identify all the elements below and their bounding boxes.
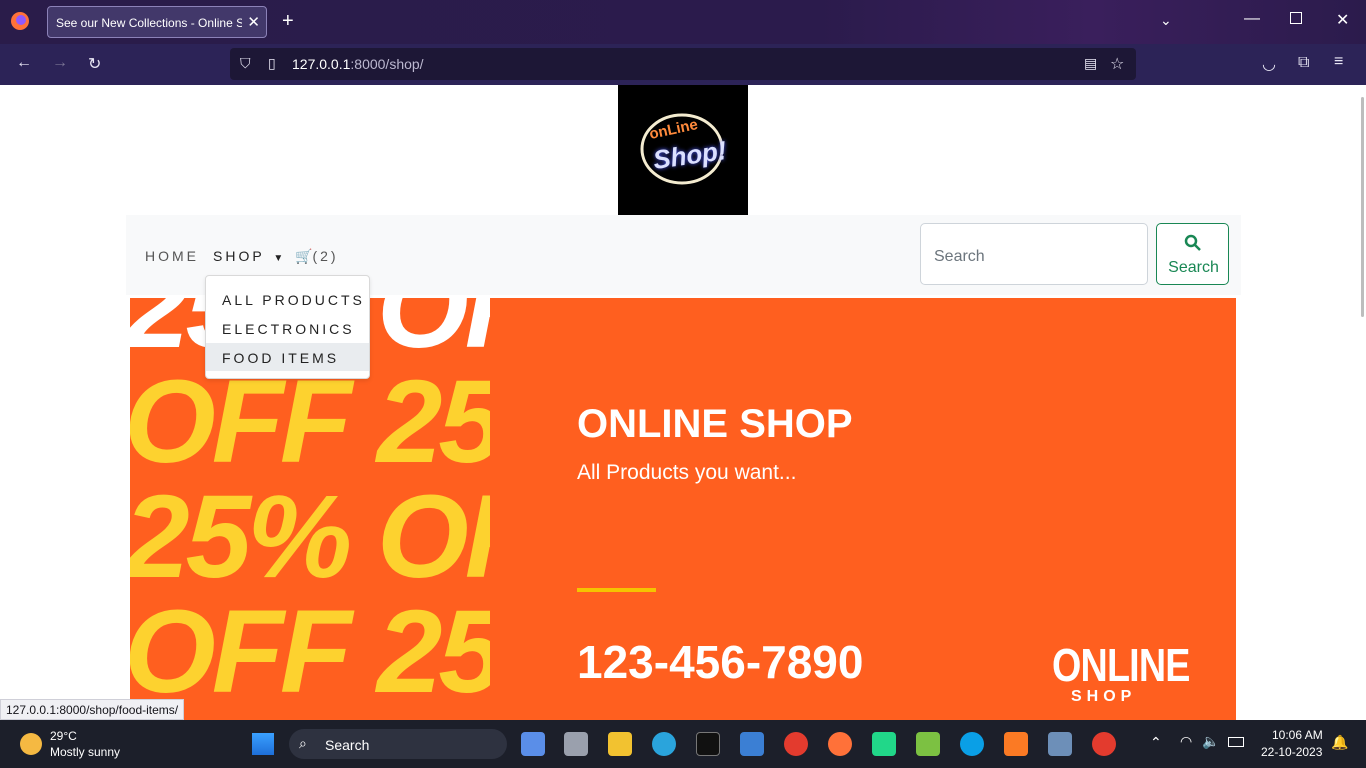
windows-start-icon[interactable] <box>252 733 274 755</box>
taskbar: 29°C Mostly sunny ⌕ Search ⌃ ◠ 🔈 10:06 A… <box>0 720 1366 768</box>
banner-title: ONLINE SHOP <box>577 402 853 446</box>
banner-phone: 123-456-7890 <box>577 636 864 688</box>
nav-shop-label: SHOP <box>213 248 265 264</box>
url-bar[interactable]: ⛉ ▯ 127.0.0.1:8000/shop/ ▤ ☆ <box>230 48 1136 80</box>
menu-hamburger-icon[interactable]: ≡ <box>1334 53 1343 71</box>
notification-bell-icon[interactable]: 🔔 <box>1331 734 1348 751</box>
shop-dropdown-menu: ALL PRODUCTS ELECTRONICS FOOD ITEMS <box>205 275 370 379</box>
page-icon: ▯ <box>268 55 276 71</box>
terminal-icon[interactable] <box>696 732 720 756</box>
xampp-icon[interactable] <box>1004 732 1028 756</box>
search-icon <box>1184 234 1202 257</box>
dropdown-item-label: ALL PRODUCTS <box>222 292 365 308</box>
url-host: 127.0.0.1 <box>292 56 351 72</box>
telegram-icon[interactable] <box>652 732 676 756</box>
dropdown-item-food-items[interactable]: FOOD ITEMS <box>206 343 369 371</box>
promo-line: 25% OFF <box>130 471 490 603</box>
banner-divider <box>577 588 656 592</box>
wifi-icon[interactable]: ◠ <box>1180 733 1192 750</box>
weather-desc[interactable]: Mostly sunny <box>50 745 120 759</box>
notepadplusplus-icon[interactable] <box>916 732 940 756</box>
nav-shop-dropdown[interactable]: SHOP ▼ <box>213 248 283 264</box>
url-text[interactable]: 127.0.0.1:8000/shop/ <box>292 56 424 72</box>
search-icon: ⌕ <box>299 735 307 751</box>
minimize-icon[interactable]: — <box>1244 10 1260 28</box>
weather-temp[interactable]: 29°C <box>50 729 77 743</box>
taskbar-search[interactable]: ⌕ Search <box>289 729 507 759</box>
reload-icon[interactable]: ↻ <box>88 54 101 74</box>
browser-toolbar: ← → ↻ ⛉ ▯ 127.0.0.1:8000/shop/ ▤ ☆ ◡ ⧉ ≡ <box>0 44 1366 85</box>
firefox-logo-icon[interactable] <box>10 11 30 31</box>
pocket-icon[interactable]: ◡ <box>1262 54 1276 74</box>
file-explorer-icon[interactable] <box>608 732 632 756</box>
search-input[interactable]: Search <box>920 223 1148 285</box>
chrome-profile-icon[interactable] <box>1092 732 1116 756</box>
nav-cart-link[interactable]: 🛒(2) <box>295 248 339 265</box>
site-logo[interactable]: onLine Shop! <box>618 85 748 215</box>
page-scrollbar[interactable] <box>1361 97 1364 317</box>
back-arrow-icon[interactable]: ← <box>16 54 32 72</box>
promo-line: OFF 25% <box>130 586 490 718</box>
chevron-up-icon[interactable]: ⌃ <box>1150 734 1162 751</box>
shield-icon[interactable]: ⛉ <box>240 55 251 72</box>
dropdown-item-electronics[interactable]: ELECTRONICS <box>206 314 369 342</box>
extensions-icon[interactable]: ⧉ <box>1298 54 1309 72</box>
close-window-icon[interactable]: ✕ <box>1336 10 1349 30</box>
active-tab[interactable]: See our New Collections - Online St ✕ <box>47 6 267 38</box>
search-button-label: Search <box>1168 259 1219 276</box>
dropdown-item-all-products[interactable]: ALL PRODUCTS <box>206 285 369 313</box>
tab-title: See our New Collections - Online St <box>56 16 242 30</box>
chrome-icon[interactable] <box>784 732 808 756</box>
new-tab-icon[interactable]: + <box>282 10 294 33</box>
nav-home-link[interactable]: HOME <box>145 248 199 264</box>
cart-count: (2) <box>312 248 339 264</box>
banner-logo-shop: SHOP <box>1071 688 1137 705</box>
notepad-icon[interactable] <box>740 732 764 756</box>
banner-logo-online: ONLINE <box>1052 639 1190 691</box>
task-view-icon[interactable] <box>564 732 588 756</box>
pycharm-icon[interactable] <box>872 732 896 756</box>
tab-close-icon[interactable]: ✕ <box>247 13 260 31</box>
caret-down-icon: ▼ <box>273 253 284 264</box>
firefox-taskbar-icon[interactable] <box>828 732 852 756</box>
weather-icon[interactable] <box>20 733 42 755</box>
reader-view-icon[interactable]: ▤ <box>1084 55 1097 72</box>
skype-icon[interactable] <box>960 732 984 756</box>
search-button[interactable]: Search <box>1156 223 1229 285</box>
status-bar-url: 127.0.0.1:8000/shop/food-items/ <box>0 699 185 720</box>
cart-icon: 🛒 <box>295 248 313 264</box>
banner-subtitle: All Products you want... <box>577 461 797 484</box>
search-placeholder: Search <box>934 248 985 265</box>
taskbar-search-label: Search <box>325 737 370 753</box>
url-path: :8000/shop/ <box>350 56 424 72</box>
dropdown-item-label: FOOD ITEMS <box>222 350 340 366</box>
tab-list-chevron-icon[interactable]: ⌄ <box>1160 12 1172 29</box>
copilot-icon[interactable] <box>521 732 545 756</box>
bookmark-star-icon[interactable]: ☆ <box>1110 54 1124 74</box>
resource-monitor-icon[interactable] <box>1048 732 1072 756</box>
clock-time[interactable]: 10:06 AM <box>1272 728 1323 742</box>
restore-icon[interactable] <box>1290 12 1302 24</box>
battery-icon[interactable] <box>1228 737 1244 747</box>
promo-line: OFF 25% <box>130 356 490 488</box>
browser-tab-strip: See our New Collections - Online St ✕ + … <box>0 0 1366 44</box>
clock-date[interactable]: 22-10-2023 <box>1261 745 1322 759</box>
forward-arrow-icon[interactable]: → <box>52 54 68 72</box>
web-page: onLine Shop! HOME SHOP ▼ 🛒(2) Search Sea… <box>0 85 1366 720</box>
dropdown-item-label: ELECTRONICS <box>222 321 355 337</box>
volume-icon[interactable]: 🔈 <box>1202 733 1219 750</box>
